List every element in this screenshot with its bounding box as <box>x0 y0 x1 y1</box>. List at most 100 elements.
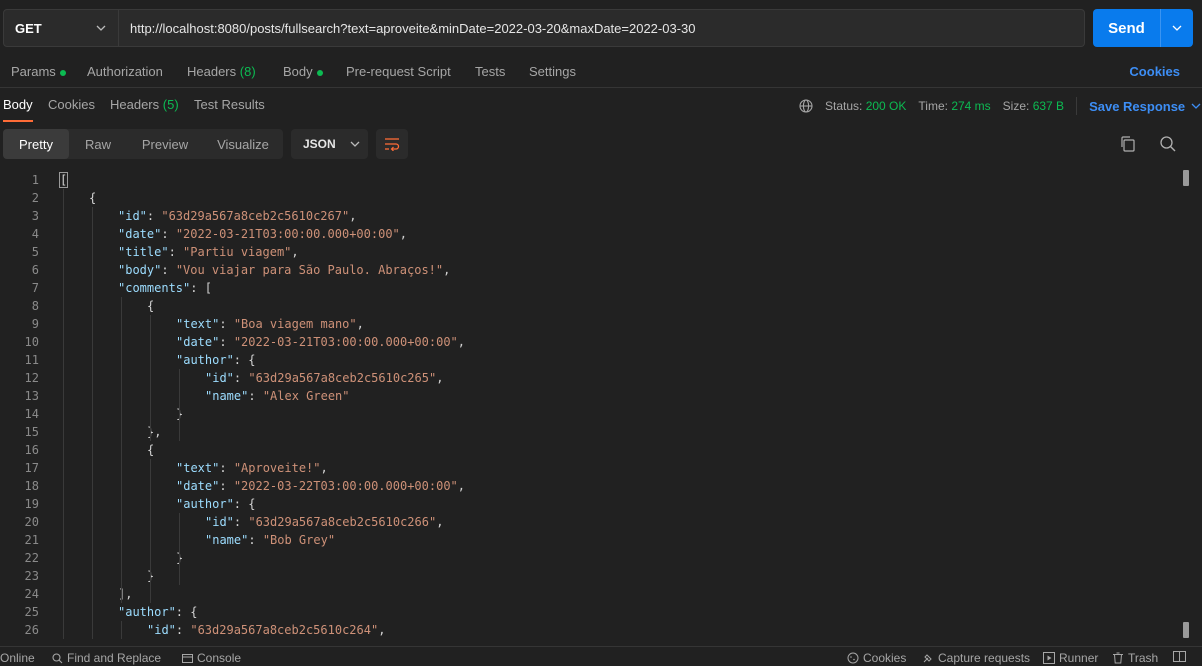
scrollbar-thumb[interactable] <box>1183 170 1189 186</box>
line-number: 20 <box>24 515 39 529</box>
find-replace-button[interactable]: Find and Replace <box>52 651 161 665</box>
json-punctuation: , <box>399 227 408 241</box>
json-punctuation: : <box>248 533 263 547</box>
json-punctuation: : <box>219 335 234 349</box>
cookies-link[interactable]: Cookies <box>1129 64 1180 79</box>
view-mode-visualize[interactable]: Visualize <box>203 129 283 159</box>
code-line: 17 "text": "Aproveite!", <box>0 459 1178 477</box>
line-number: 23 <box>24 569 39 583</box>
console-icon <box>182 653 193 663</box>
tab-body[interactable]: Body <box>283 64 323 79</box>
line-number: 6 <box>31 263 39 277</box>
line-number: 12 <box>24 371 39 385</box>
json-punctuation: : <box>146 209 162 223</box>
indent-guide <box>150 315 151 441</box>
indent-guide <box>150 459 151 603</box>
code-text: "title": "Partiu viagem", <box>118 243 299 261</box>
line-number: 3 <box>31 209 39 223</box>
response-tab-test-results[interactable]: Test Results <box>194 97 265 112</box>
send-options-button[interactable] <box>1161 23 1193 33</box>
layout-toggle-button[interactable] <box>1173 651 1186 662</box>
request-bar: GET http://localhost:8080/posts/fullsear… <box>0 0 1202 56</box>
online-status[interactable]: Online <box>0 651 35 665</box>
response-tab-cookies[interactable]: Cookies <box>48 97 95 112</box>
size-value: 637 B <box>1032 99 1065 113</box>
cookies-button[interactable]: Cookies <box>847 651 906 665</box>
view-mode-raw[interactable]: Raw <box>69 129 127 159</box>
indent-guide <box>63 189 64 639</box>
search-icon <box>52 652 63 663</box>
capture-requests-label: Capture requests <box>938 651 1031 665</box>
console-button[interactable]: Console <box>182 651 241 665</box>
globe-icon[interactable] <box>799 99 813 113</box>
tab-authorization[interactable]: Authorization <box>87 64 163 79</box>
response-tab-headers[interactable]: Headers (5) <box>110 97 179 112</box>
wrap-lines-button[interactable] <box>376 129 408 159</box>
code-text: { <box>147 441 154 459</box>
tab-headers[interactable]: Headers (8) <box>187 64 256 79</box>
json-punctuation: , <box>349 209 357 223</box>
json-string: "Alex Green" <box>262 389 350 403</box>
trash-icon <box>1113 652 1123 664</box>
code-line: 18 "date": "2022-03-22T03:00:00.000+00:00… <box>0 477 1178 495</box>
response-body-editor[interactable]: 1[2{3 "id": "63d29a567a8ceb2c5610c267", 4 "… <box>0 170 1178 640</box>
json-string: "Vou viajar para São Paulo. Abraços!" <box>175 263 444 277</box>
copy-icon[interactable] <box>1119 135 1137 153</box>
code-line: 15}, <box>0 423 1178 441</box>
json-punctuation: : { <box>233 353 256 367</box>
tab-tests[interactable]: Tests <box>475 64 505 79</box>
code-text: "author": { <box>176 495 255 513</box>
code-text: "text": "Boa viagem mano", <box>176 315 364 333</box>
json-key: "text" <box>176 461 220 475</box>
code-text: "name": "Bob Grey" <box>205 531 335 549</box>
search-icon[interactable] <box>1159 135 1177 153</box>
code-text: "author": { <box>118 603 197 621</box>
code-line: 1[ <box>0 171 1178 189</box>
response-tab-body[interactable]: Body <box>3 97 33 122</box>
method-label: GET <box>15 20 42 36</box>
json-punctuation: : <box>168 245 184 259</box>
method-select[interactable]: GET <box>3 9 119 47</box>
json-string: "Boa viagem mano" <box>233 317 357 331</box>
json-punctuation: , <box>457 335 466 349</box>
runner-label: Runner <box>1059 651 1099 665</box>
vertical-scrollbar[interactable] <box>1181 170 1191 640</box>
view-mode-preview[interactable]: Preview <box>127 129 203 159</box>
send-button[interactable]: Send <box>1093 9 1193 47</box>
code-line: 19 "author": { <box>0 495 1178 513</box>
tab-pre-request-script[interactable]: Pre-request Script <box>346 64 451 79</box>
format-select[interactable]: JSON <box>291 129 368 159</box>
save-response-button[interactable]: Save Response <box>1089 99 1201 114</box>
trash-button[interactable]: Trash <box>1112 651 1158 665</box>
tab-params[interactable]: Params <box>11 64 66 79</box>
size-label: Size: <box>1002 99 1030 113</box>
json-key: "id" <box>205 371 234 385</box>
json-key: "author" <box>118 605 176 619</box>
line-number: 25 <box>24 605 39 619</box>
runner-button[interactable]: Runner <box>1043 651 1098 665</box>
tab-headers-label: Headers <box>187 64 237 79</box>
console-label: Console <box>197 651 242 665</box>
json-punctuation: { <box>147 443 155 457</box>
url-input[interactable]: http://localhost:8080/posts/fullsearch?t… <box>119 9 1085 47</box>
indent-guide <box>92 207 93 639</box>
json-string: "2022-03-21T03:00:00.000+00:00" <box>233 335 458 349</box>
code-line: 26 "id": "63d29a567a8ceb2c5610c264", <box>0 621 1178 639</box>
json-punctuation: , <box>457 479 466 493</box>
view-mode-pretty[interactable]: Pretty <box>3 129 69 159</box>
json-key: "id" <box>205 515 234 529</box>
capture-requests-button[interactable]: Capture requests <box>922 651 1030 665</box>
line-number: 17 <box>24 461 39 475</box>
json-string: "63d29a567a8ceb2c5610c267" <box>161 209 350 223</box>
tab-settings[interactable]: Settings <box>529 64 576 79</box>
line-number: 4 <box>31 227 39 241</box>
json-punctuation: , <box>291 245 299 259</box>
json-key: "text" <box>176 317 220 331</box>
scrollbar-thumb-lower[interactable] <box>1183 622 1189 638</box>
json-key: "date" <box>118 227 162 241</box>
code-text: "id": "63d29a567a8ceb2c5610c267", <box>118 207 356 225</box>
send-label: Send <box>1108 19 1145 37</box>
line-number: 11 <box>24 353 39 367</box>
status-label: Status: <box>825 99 863 113</box>
json-key: "comments" <box>118 281 191 295</box>
